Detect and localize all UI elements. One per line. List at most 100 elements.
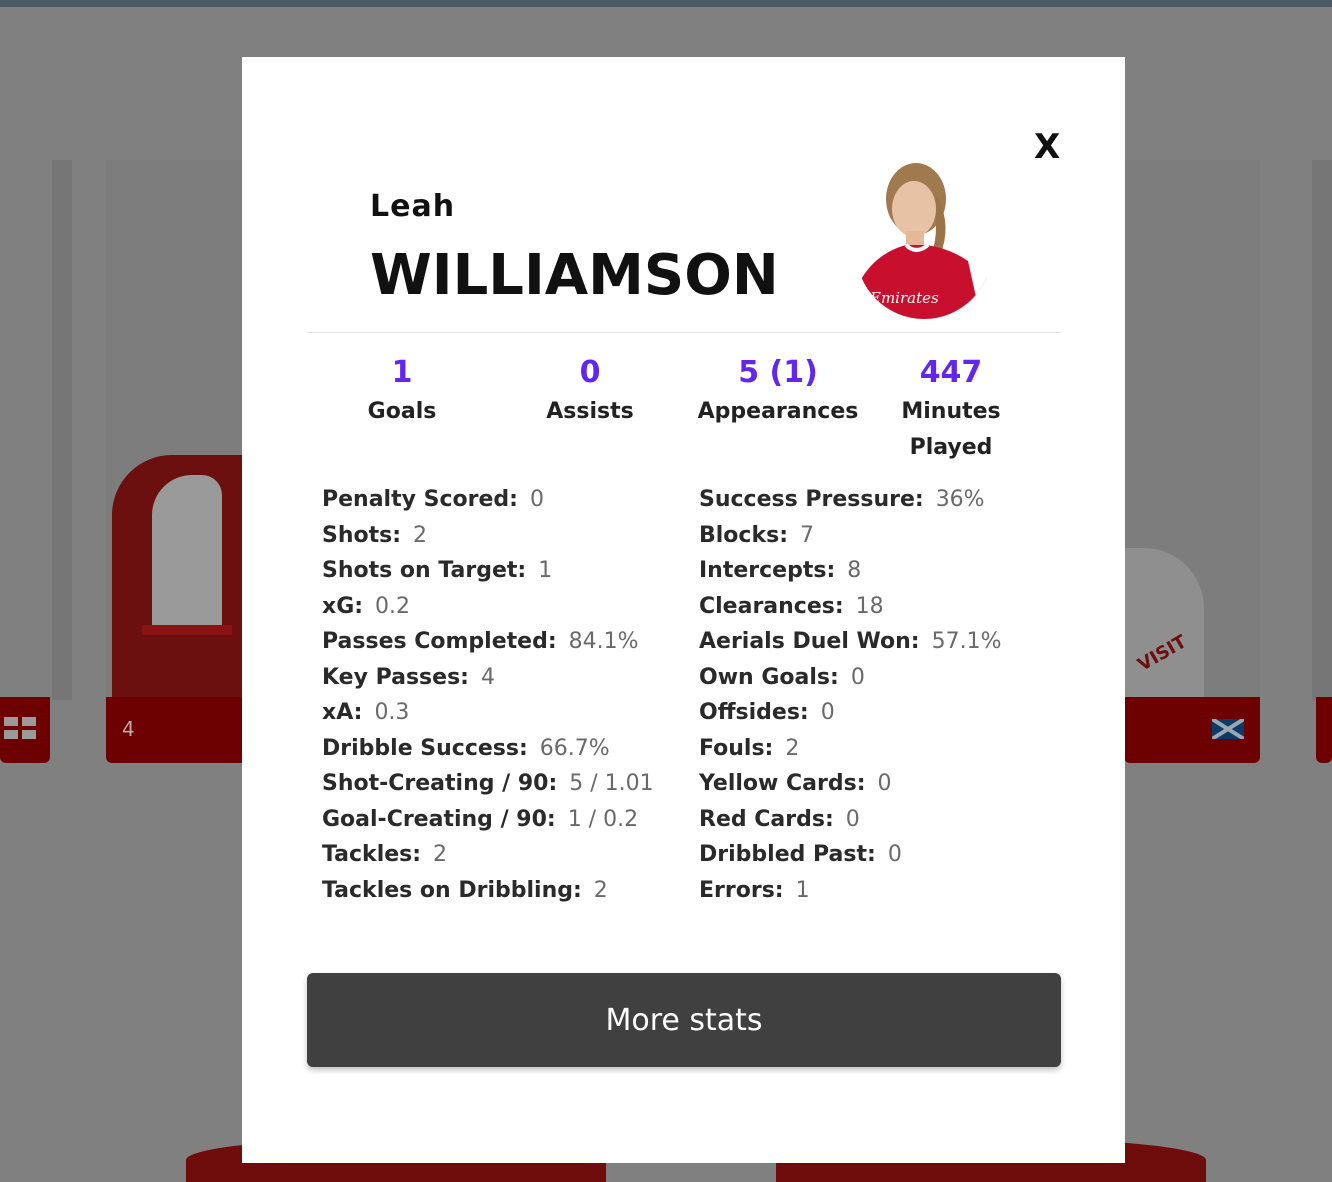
scotland-flag-icon — [1212, 719, 1244, 739]
summary-value: 5 (1) — [738, 355, 818, 390]
stat-value: 0 — [820, 700, 835, 725]
stat-label: Fouls: — [699, 735, 774, 761]
stat-value: 1 — [795, 877, 810, 903]
stat-value: 0.3 — [374, 700, 410, 725]
stat-row: Tackles on Dribbling: 2 — [322, 878, 654, 914]
stats-list-left: Penalty Scored: 0 Shots: 2 Shots on Target: 1… — [322, 487, 654, 913]
stat-value: 84.1% — [568, 629, 639, 654]
stat-row: Shots: 2 — [322, 523, 654, 559]
stat-row: Red Cards: 0 — [699, 807, 1001, 843]
summary-label: Goals — [367, 399, 437, 424]
player-last-name: WILLIAMSON — [370, 243, 779, 308]
stat-value: 57.1% — [931, 629, 1002, 654]
stat-value: 5 / 1.01 — [569, 771, 654, 796]
stat-value: 0 — [850, 664, 865, 690]
stat-row: Fouls: 2 — [699, 736, 1001, 772]
shirt-number: 4 — [122, 717, 135, 741]
stat-value: 2 — [785, 735, 800, 761]
summary-value: 0 — [579, 355, 601, 390]
stats-list-right: Success Pressure: 36% Blocks: 7 Intercepts: 8… — [699, 487, 1001, 913]
stat-label: Red Cards: — [699, 806, 834, 832]
player-card-bg — [52, 160, 72, 700]
top-bar — [0, 0, 1332, 7]
stat-value: 0 — [877, 771, 892, 796]
player-first-name: Leah — [370, 189, 456, 224]
stat-value: 66.7% — [539, 735, 610, 761]
stat-value: 0 — [529, 487, 544, 512]
stat-row: Key Passes: 4 — [322, 665, 654, 701]
stat-label: Dribble Success: — [322, 735, 528, 761]
summary-minutes-played: 447 Minutes Played — [871, 352, 1031, 466]
header-divider — [307, 332, 1061, 333]
stat-row: Passes Completed: 84.1% — [322, 629, 654, 665]
stat-value: 2 — [413, 522, 428, 548]
stat-label: Own Goals: — [699, 664, 839, 690]
stat-label: Shots: — [322, 522, 402, 548]
stat-label: Intercepts: — [699, 558, 836, 583]
stat-row: Dribble Success: 66.7% — [322, 736, 654, 772]
stat-value: 1 / 0.2 — [567, 806, 639, 832]
stat-value: 8 — [847, 558, 862, 583]
stat-value: 2 — [593, 877, 608, 903]
stat-value: 0 — [887, 842, 902, 867]
stat-value: 0.2 — [375, 593, 411, 619]
summary-value: 447 — [919, 355, 983, 390]
stat-row: Shots on Target: 1 — [322, 558, 654, 594]
stat-row: Offsides: 0 — [699, 700, 1001, 736]
stat-label: Tackles on Dribbling: — [322, 877, 582, 903]
stat-row: Penalty Scored: 0 — [322, 487, 654, 523]
summary-goals: 1 Goals — [307, 352, 497, 430]
stat-label: xA: — [322, 700, 363, 725]
england-flag-icon — [4, 717, 36, 739]
player-stats-modal: X Leah WILLIAMSON Emirates 1 Goals 0 Ass… — [242, 57, 1125, 1163]
stat-label: Offsides: — [699, 700, 809, 725]
stat-row: Dribbled Past: 0 — [699, 842, 1001, 878]
player-card-bg — [1312, 160, 1332, 700]
summary-label: Assists — [546, 399, 634, 424]
summary-label: Minutes Played — [901, 399, 1001, 460]
stat-row: Shot-Creating / 90: 5 / 1.01 — [322, 771, 654, 807]
stat-label: Key Passes: — [322, 664, 469, 690]
stat-label: Tackles: — [322, 842, 422, 867]
stat-row: xA: 0.3 — [322, 700, 654, 736]
stat-label: Clearances: — [699, 593, 844, 619]
close-button[interactable]: X — [1034, 127, 1060, 167]
player-card-bar: 4 — [106, 697, 246, 763]
summary-label: Appearances — [697, 399, 859, 424]
stat-value: 4 — [480, 664, 495, 690]
stat-row: Intercepts: 8 — [699, 558, 1001, 594]
stat-label: Blocks: — [699, 522, 788, 548]
player-card-bar — [1124, 697, 1260, 763]
stat-label: Success Pressure: — [699, 487, 924, 512]
stat-label: Yellow Cards: — [699, 771, 866, 796]
stat-row: Goal-Creating / 90: 1 / 0.2 — [322, 807, 654, 843]
stat-label: xG: — [322, 593, 364, 619]
stat-label: Aerials Duel Won: — [699, 629, 920, 654]
summary-assists: 0 Assists — [495, 352, 685, 430]
stat-label: Goal-Creating / 90: — [322, 806, 556, 832]
stat-label: Shots on Target: — [322, 558, 527, 583]
stat-row: Errors: 1 — [699, 878, 1001, 914]
more-stats-button[interactable]: More stats — [307, 973, 1061, 1067]
stat-label: Errors: — [699, 877, 784, 903]
player-photo-bg — [112, 455, 247, 700]
player-card-bar — [1316, 697, 1332, 763]
stat-row: Clearances: 18 — [699, 594, 1001, 630]
summary-value: 1 — [391, 355, 413, 390]
stat-label: Penalty Scored: — [322, 487, 518, 512]
summary-appearances: 5 (1) Appearances — [683, 352, 873, 430]
stat-row: xG: 0.2 — [322, 594, 654, 630]
stat-value: 36% — [935, 487, 985, 512]
stat-value: 7 — [800, 522, 814, 548]
stat-value: 1 — [538, 558, 553, 583]
player-avatar: Emirates — [856, 157, 992, 319]
stat-row: Tackles: 2 — [322, 842, 654, 878]
stat-value: 2 — [433, 842, 448, 867]
svg-text:Emirates: Emirates — [869, 289, 939, 307]
stat-row: Aerials Duel Won: 57.1% — [699, 629, 1001, 665]
stat-value: 0 — [845, 806, 860, 832]
stat-row: Yellow Cards: 0 — [699, 771, 1001, 807]
stat-row: Own Goals: 0 — [699, 665, 1001, 701]
stat-label: Shot-Creating / 90: — [322, 771, 558, 796]
stat-row: Blocks: 7 — [699, 523, 1001, 559]
